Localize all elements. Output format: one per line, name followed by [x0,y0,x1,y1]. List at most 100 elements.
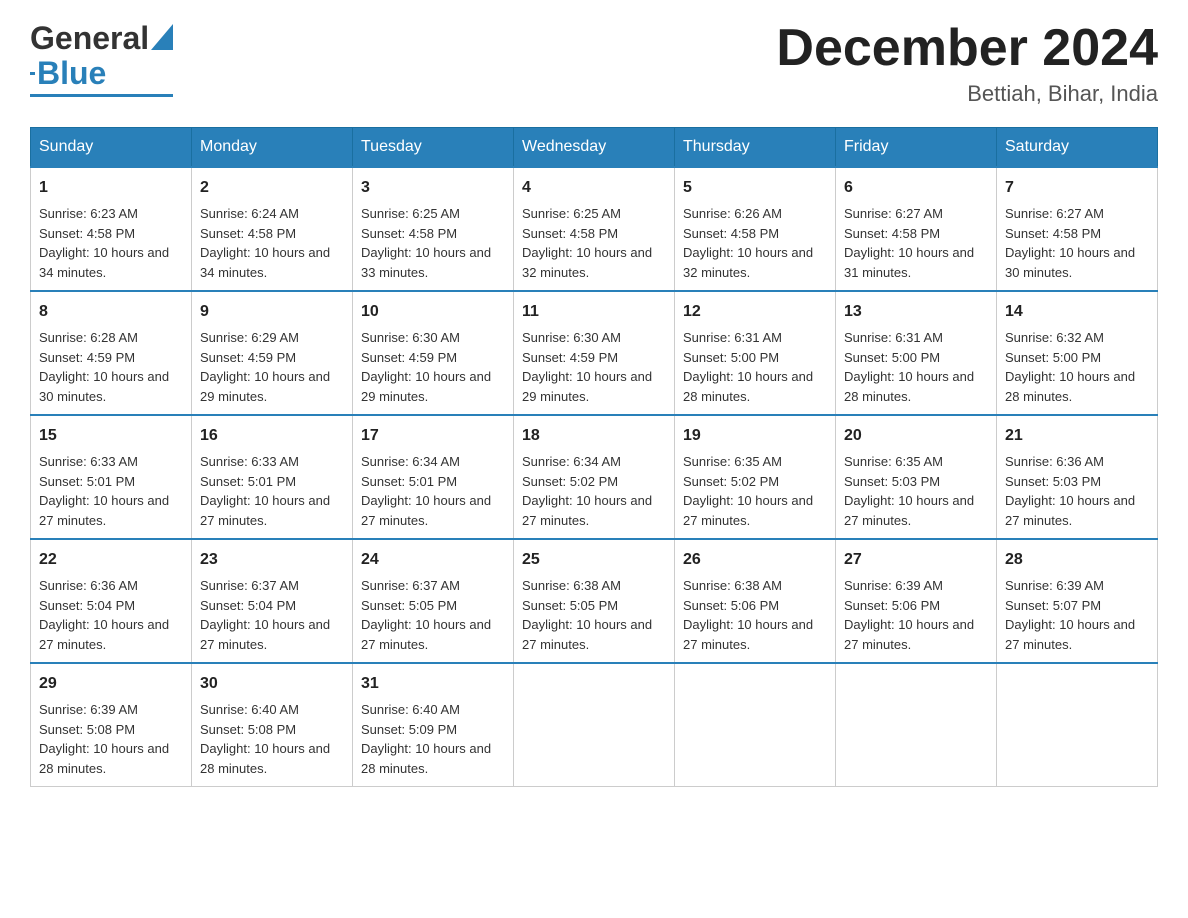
table-row: 7 Sunrise: 6:27 AM Sunset: 4:58 PM Dayli… [997,167,1158,291]
daylight-label: Daylight: 10 hours and 29 minutes. [522,369,652,404]
logo: General Blue [30,20,173,97]
sunrise-label: Sunrise: 6:25 AM [361,206,460,221]
month-title: December 2024 [776,20,1158,77]
table-row: 17 Sunrise: 6:34 AM Sunset: 5:01 PM Dayl… [353,415,514,539]
day-number: 6 [844,176,988,200]
sunset-label: Sunset: 4:58 PM [683,226,779,241]
sunrise-label: Sunrise: 6:39 AM [39,702,138,717]
table-row: 23 Sunrise: 6:37 AM Sunset: 5:04 PM Dayl… [192,539,353,663]
sunrise-label: Sunrise: 6:36 AM [1005,454,1104,469]
daylight-label: Daylight: 10 hours and 30 minutes. [1005,245,1135,280]
daylight-label: Daylight: 10 hours and 27 minutes. [522,617,652,652]
day-number: 4 [522,176,666,200]
sunrise-label: Sunrise: 6:36 AM [39,578,138,593]
table-row: 9 Sunrise: 6:29 AM Sunset: 4:59 PM Dayli… [192,291,353,415]
sunrise-label: Sunrise: 6:26 AM [683,206,782,221]
sunset-label: Sunset: 5:09 PM [361,722,457,737]
daylight-label: Daylight: 10 hours and 27 minutes. [39,617,169,652]
daylight-label: Daylight: 10 hours and 27 minutes. [200,493,330,528]
sunset-label: Sunset: 4:58 PM [844,226,940,241]
daylight-label: Daylight: 10 hours and 28 minutes. [683,369,813,404]
day-number: 2 [200,176,344,200]
day-number: 21 [1005,424,1149,448]
daylight-label: Daylight: 10 hours and 27 minutes. [1005,493,1135,528]
sunset-label: Sunset: 5:06 PM [844,598,940,613]
sunrise-label: Sunrise: 6:34 AM [361,454,460,469]
sunrise-label: Sunrise: 6:27 AM [844,206,943,221]
day-number: 24 [361,548,505,572]
daylight-label: Daylight: 10 hours and 27 minutes. [683,493,813,528]
title-area: December 2024 Bettiah, Bihar, India [776,20,1158,107]
calendar-week-row: 15 Sunrise: 6:33 AM Sunset: 5:01 PM Dayl… [31,415,1158,539]
table-row: 22 Sunrise: 6:36 AM Sunset: 5:04 PM Dayl… [31,539,192,663]
day-number: 15 [39,424,183,448]
sunrise-label: Sunrise: 6:37 AM [361,578,460,593]
table-row: 2 Sunrise: 6:24 AM Sunset: 4:58 PM Dayli… [192,167,353,291]
table-row [675,663,836,787]
daylight-label: Daylight: 10 hours and 28 minutes. [844,369,974,404]
sunrise-label: Sunrise: 6:34 AM [522,454,621,469]
calendar-table: Sunday Monday Tuesday Wednesday Thursday… [30,127,1158,787]
daylight-label: Daylight: 10 hours and 28 minutes. [39,741,169,776]
sunset-label: Sunset: 5:01 PM [39,474,135,489]
day-number: 25 [522,548,666,572]
day-number: 12 [683,300,827,324]
sunset-label: Sunset: 4:59 PM [522,350,618,365]
col-friday: Friday [836,128,997,168]
sunset-label: Sunset: 5:05 PM [361,598,457,613]
table-row: 14 Sunrise: 6:32 AM Sunset: 5:00 PM Dayl… [997,291,1158,415]
sunset-label: Sunset: 5:00 PM [844,350,940,365]
daylight-label: Daylight: 10 hours and 29 minutes. [361,369,491,404]
sunset-label: Sunset: 4:59 PM [200,350,296,365]
daylight-label: Daylight: 10 hours and 27 minutes. [683,617,813,652]
sunrise-label: Sunrise: 6:37 AM [200,578,299,593]
table-row: 30 Sunrise: 6:40 AM Sunset: 5:08 PM Dayl… [192,663,353,787]
table-row: 31 Sunrise: 6:40 AM Sunset: 5:09 PM Dayl… [353,663,514,787]
table-row: 21 Sunrise: 6:36 AM Sunset: 5:03 PM Dayl… [997,415,1158,539]
table-row: 1 Sunrise: 6:23 AM Sunset: 4:58 PM Dayli… [31,167,192,291]
day-number: 8 [39,300,183,324]
sunset-label: Sunset: 5:06 PM [683,598,779,613]
logo-main-text: General [30,20,149,57]
daylight-label: Daylight: 10 hours and 30 minutes. [39,369,169,404]
col-saturday: Saturday [997,128,1158,168]
day-number: 3 [361,176,505,200]
table-row: 24 Sunrise: 6:37 AM Sunset: 5:05 PM Dayl… [353,539,514,663]
sunset-label: Sunset: 5:04 PM [39,598,135,613]
sunrise-label: Sunrise: 6:30 AM [361,330,460,345]
calendar-header-row: Sunday Monday Tuesday Wednesday Thursday… [31,128,1158,168]
day-number: 18 [522,424,666,448]
sunrise-label: Sunrise: 6:25 AM [522,206,621,221]
table-row: 3 Sunrise: 6:25 AM Sunset: 4:58 PM Dayli… [353,167,514,291]
sunrise-label: Sunrise: 6:39 AM [844,578,943,593]
day-number: 13 [844,300,988,324]
sunset-label: Sunset: 5:03 PM [1005,474,1101,489]
col-tuesday: Tuesday [353,128,514,168]
table-row: 10 Sunrise: 6:30 AM Sunset: 4:59 PM Dayl… [353,291,514,415]
sunrise-label: Sunrise: 6:33 AM [200,454,299,469]
logo-triangle-icon [151,24,173,50]
logo-blue-text: Blue [37,55,106,92]
daylight-label: Daylight: 10 hours and 33 minutes. [361,245,491,280]
sunset-label: Sunset: 5:05 PM [522,598,618,613]
sunset-label: Sunset: 4:58 PM [200,226,296,241]
calendar-week-row: 22 Sunrise: 6:36 AM Sunset: 5:04 PM Dayl… [31,539,1158,663]
sunset-label: Sunset: 4:58 PM [1005,226,1101,241]
sunset-label: Sunset: 5:00 PM [1005,350,1101,365]
table-row: 27 Sunrise: 6:39 AM Sunset: 5:06 PM Dayl… [836,539,997,663]
location: Bettiah, Bihar, India [776,81,1158,107]
table-row: 8 Sunrise: 6:28 AM Sunset: 4:59 PM Dayli… [31,291,192,415]
logo-underline [30,94,173,97]
daylight-label: Daylight: 10 hours and 32 minutes. [522,245,652,280]
table-row [997,663,1158,787]
daylight-label: Daylight: 10 hours and 27 minutes. [522,493,652,528]
table-row: 12 Sunrise: 6:31 AM Sunset: 5:00 PM Dayl… [675,291,836,415]
sunset-label: Sunset: 5:02 PM [522,474,618,489]
table-row: 18 Sunrise: 6:34 AM Sunset: 5:02 PM Dayl… [514,415,675,539]
day-number: 7 [1005,176,1149,200]
daylight-label: Daylight: 10 hours and 28 minutes. [200,741,330,776]
table-row [836,663,997,787]
table-row: 20 Sunrise: 6:35 AM Sunset: 5:03 PM Dayl… [836,415,997,539]
sunset-label: Sunset: 5:04 PM [200,598,296,613]
table-row: 13 Sunrise: 6:31 AM Sunset: 5:00 PM Dayl… [836,291,997,415]
